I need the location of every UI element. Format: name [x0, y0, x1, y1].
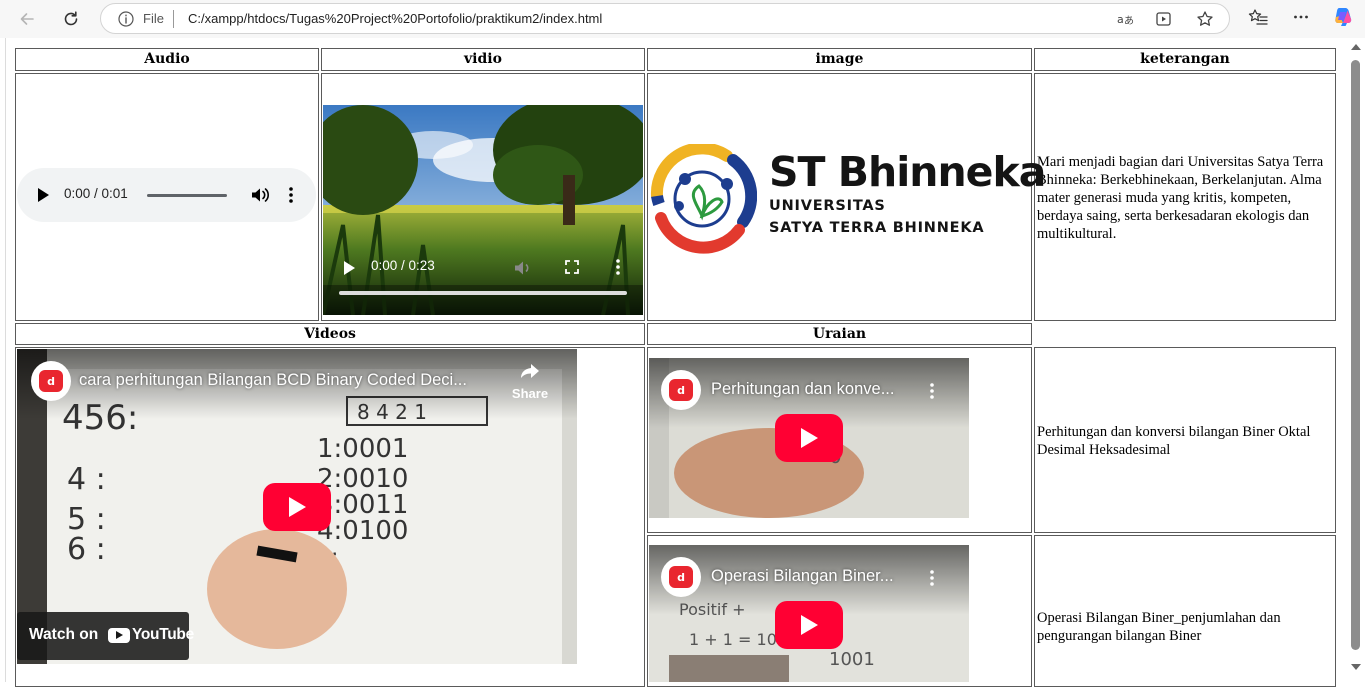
- keterangan-text: Mari menjadi bagian dari Universitas Sat…: [1037, 154, 1324, 242]
- svg-text:1:0001: 1:0001: [317, 434, 408, 464]
- channel-avatar[interactable]: d: [661, 557, 701, 597]
- file-label: File: [143, 11, 164, 26]
- star-icon[interactable]: [1195, 9, 1215, 29]
- audio-seek-bar[interactable]: [147, 194, 227, 197]
- header-videos: Videos: [15, 323, 645, 345]
- more-button[interactable]: [1288, 6, 1314, 32]
- video-title[interactable]: cara perhitungan Bilangan BCD Binary Cod…: [79, 371, 467, 390]
- share-icon: [519, 364, 541, 384]
- volume-icon[interactable]: [250, 185, 270, 209]
- url-text[interactable]: C:/xampp/htdocs/Tugas%20Project%20Portof…: [188, 11, 602, 26]
- video-poster: [323, 105, 643, 315]
- youtube-play-button[interactable]: [775, 601, 843, 649]
- more-options-icon[interactable]: [288, 186, 294, 208]
- header-audio: Audio: [15, 48, 319, 71]
- scroll-down-arrow-icon[interactable]: [1351, 664, 1361, 670]
- video-title[interactable]: Perhitungan dan konve...: [711, 380, 894, 399]
- more-options-icon[interactable]: [615, 258, 621, 280]
- scrollbar-thumb[interactable]: [1351, 60, 1360, 650]
- video-title[interactable]: Operasi Bilangan Biner...: [711, 567, 894, 586]
- uraian-text-cell-1: Perhitungan dan konversi bilangan Biner …: [1034, 347, 1336, 533]
- logo-brand-text: ST Bhinneka: [769, 148, 1046, 196]
- arrow-left-icon: [18, 10, 36, 28]
- favorites-list-button[interactable]: [1245, 6, 1271, 32]
- keterangan-cell: Mari menjadi bagian dari Universitas Sat…: [1034, 73, 1336, 321]
- svg-text:1001: 1001: [829, 649, 875, 670]
- svg-text:a: a: [1117, 13, 1124, 26]
- read-aloud-icon[interactable]: aあ: [1115, 9, 1135, 29]
- back-button[interactable]: [14, 6, 40, 32]
- watch-on-label: Watch on: [29, 626, 99, 643]
- refresh-button[interactable]: [58, 6, 84, 32]
- scroll-up-arrow-icon[interactable]: [1351, 44, 1361, 50]
- immersive-reader-icon[interactable]: [1154, 9, 1174, 29]
- youtube-logo-icon: [108, 628, 130, 643]
- youtube-play-button[interactable]: [263, 483, 331, 531]
- header-vidio: vidio: [321, 48, 645, 71]
- uraian-text-1: Perhitungan dan konversi bilangan Biner …: [1037, 424, 1311, 458]
- vertical-scrollbar[interactable]: [1348, 38, 1365, 682]
- youtube-wordmark: YouTube: [132, 626, 194, 643]
- copilot-icon: [1331, 5, 1355, 33]
- youtube-embed-uraian-1[interactable]: 0 d Perhitungan dan konve...: [649, 358, 969, 518]
- refresh-icon: [62, 10, 80, 28]
- youtube-embed-uraian-2[interactable]: Positif + 1 + 1 = 10 1001 d Operasi Bila…: [649, 545, 969, 682]
- logo-line-name: SATYA TERRA BHINNEKA: [769, 220, 985, 236]
- uraian-text-cell-2: Operasi Bilangan Biner_penjumlahan dan p…: [1034, 535, 1336, 687]
- svg-text:6 :: 6 :: [67, 532, 106, 567]
- favorites-list-icon: [1248, 8, 1268, 30]
- more-icon: [1292, 8, 1310, 30]
- header-image: image: [647, 48, 1032, 71]
- more-options-icon[interactable]: [929, 569, 935, 591]
- address-separator: [173, 10, 174, 28]
- logo-emblem: [650, 144, 757, 254]
- video-seek-bar[interactable]: [339, 291, 627, 295]
- watch-on-youtube-button[interactable]: Watch on YouTube: [17, 612, 194, 660]
- header-keterangan: keterangan: [1034, 48, 1336, 71]
- channel-avatar[interactable]: d: [31, 361, 71, 401]
- logo-line-universitas: UNIVERSITAS: [769, 198, 886, 214]
- video-player[interactable]: 0:00 / 0:23: [323, 105, 643, 315]
- svg-text:4 :: 4 :: [67, 462, 106, 497]
- more-options-icon[interactable]: [929, 382, 935, 404]
- audio-time: 0:00 / 0:01: [64, 186, 128, 201]
- info-icon[interactable]: [117, 10, 135, 32]
- video-time: 0:00 / 0:23: [371, 258, 435, 273]
- play-icon[interactable]: [38, 188, 49, 202]
- audio-player[interactable]: 0:00 / 0:01: [17, 168, 316, 222]
- channel-avatar[interactable]: d: [661, 370, 701, 410]
- play-icon[interactable]: [344, 261, 355, 275]
- uraian-text-2: Operasi Bilangan Biner_penjumlahan dan p…: [1037, 610, 1281, 644]
- address-bar[interactable]: File C:/xampp/htdocs/Tugas%20Project%20P…: [100, 3, 1230, 34]
- svg-text:1 + 1 = 10: 1 + 1 = 10: [689, 630, 777, 649]
- share-label: Share: [511, 386, 549, 401]
- fullscreen-icon[interactable]: [563, 258, 581, 280]
- browser-toolbar: File C:/xampp/htdocs/Tugas%20Project%20P…: [0, 0, 1365, 38]
- copilot-button[interactable]: [1330, 6, 1356, 32]
- youtube-play-button[interactable]: [775, 414, 843, 462]
- university-logo: ST Bhinneka UNIVERSITAS SATYA TERRA BHIN…: [647, 144, 1046, 254]
- header-uraian: Uraian: [647, 323, 1032, 345]
- mute-icon[interactable]: [513, 258, 533, 282]
- share-button[interactable]: Share: [500, 362, 560, 401]
- svg-text:あ: あ: [1124, 15, 1134, 27]
